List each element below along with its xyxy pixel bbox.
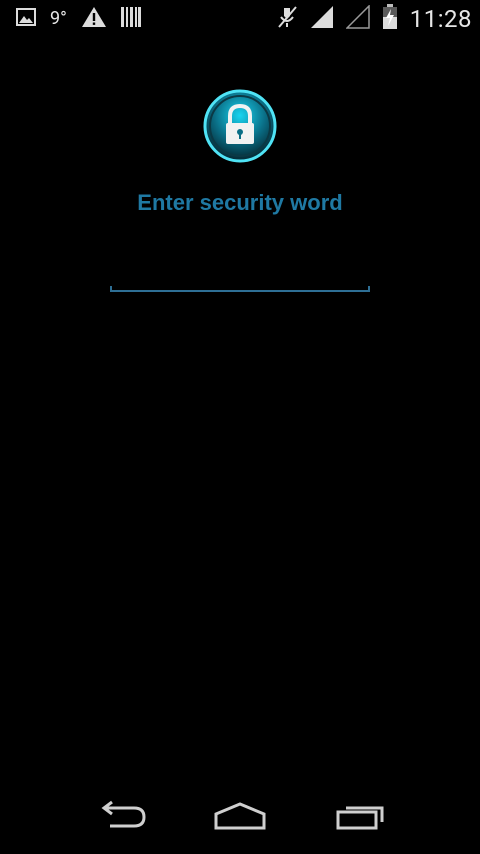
recents-button[interactable]	[322, 796, 402, 840]
clock-text: 11:28	[409, 5, 472, 33]
home-button[interactable]	[200, 796, 280, 840]
signal-empty-icon	[344, 4, 370, 33]
home-icon	[212, 800, 268, 836]
gallery-icon	[16, 7, 36, 31]
security-word-prompt: Enter security word	[137, 190, 343, 215]
input-underline	[110, 286, 370, 292]
signal-icon	[310, 5, 334, 33]
status-bar: 9° 11:28	[0, 0, 480, 38]
security-word-input[interactable]	[110, 262, 370, 286]
mute-icon	[276, 5, 298, 33]
back-icon	[92, 800, 148, 836]
barcode-icon	[120, 6, 141, 32]
recents-icon	[334, 800, 390, 836]
back-button[interactable]	[80, 796, 160, 840]
security-word-field[interactable]	[110, 262, 370, 292]
battery-icon	[382, 4, 398, 34]
temperature-text: 9°	[50, 8, 67, 29]
lock-icon	[202, 88, 278, 164]
warning-icon	[81, 6, 107, 32]
navigation-bar	[0, 782, 480, 854]
